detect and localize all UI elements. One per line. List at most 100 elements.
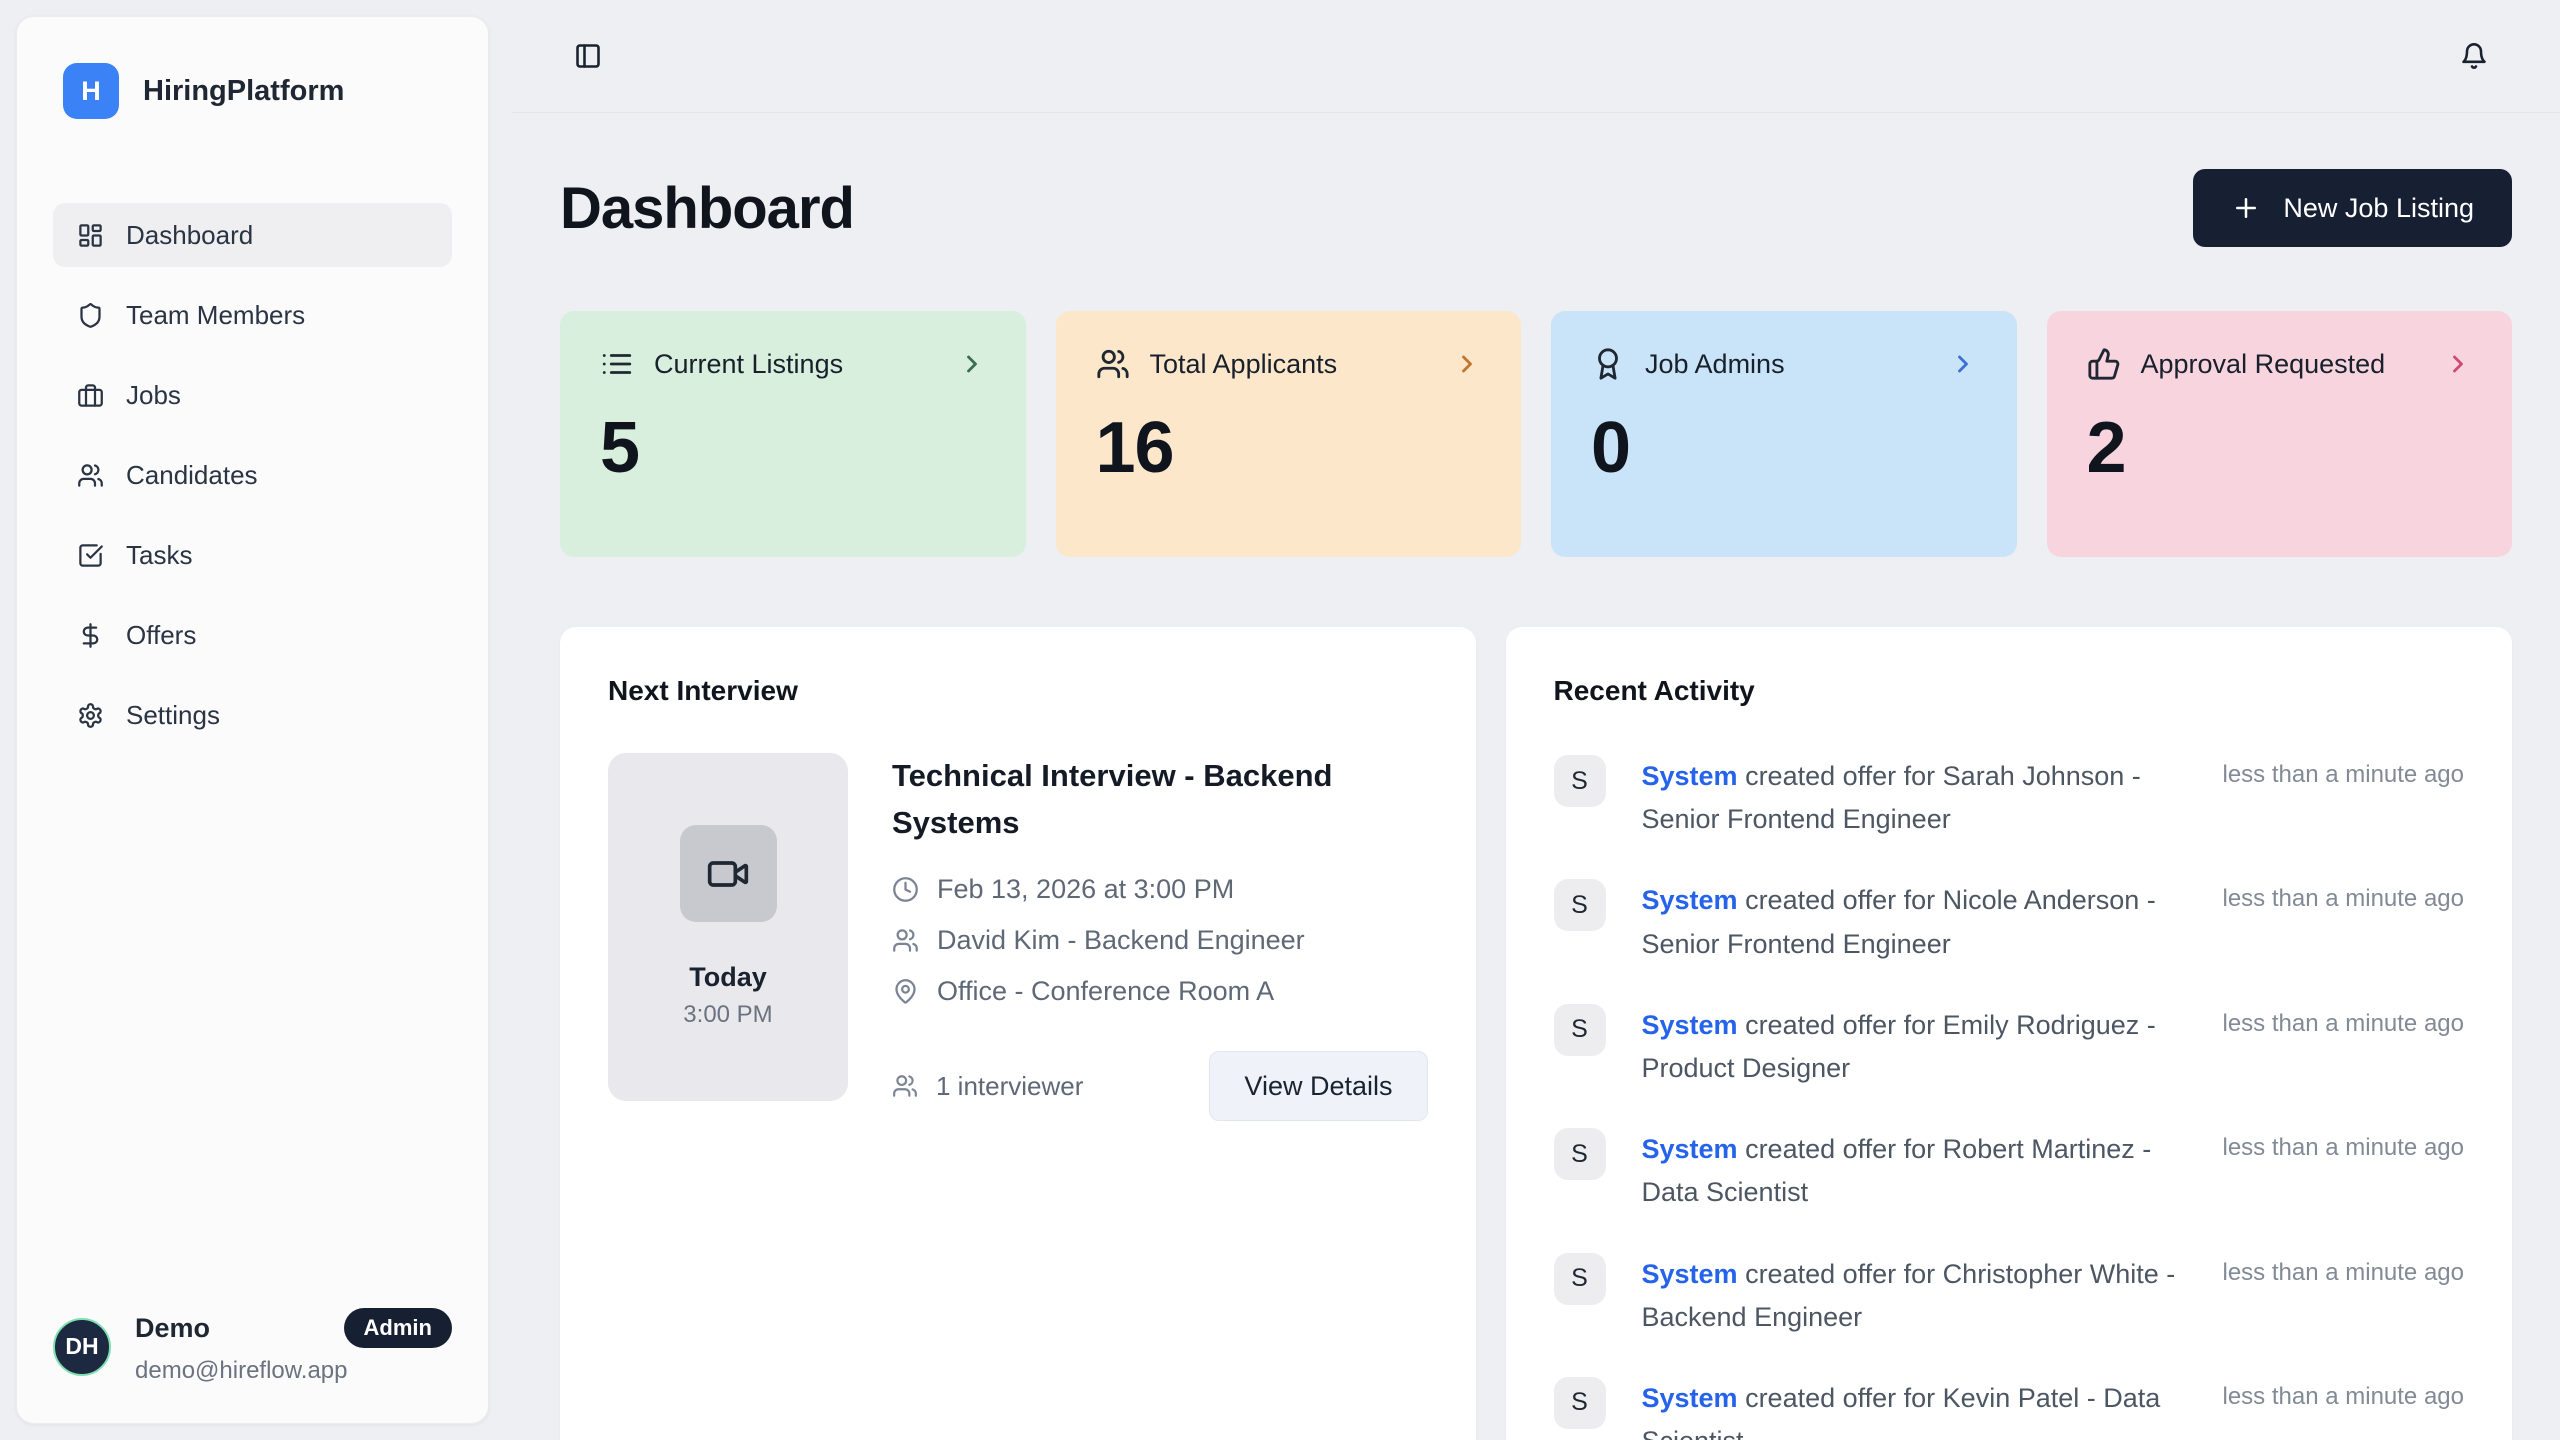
role-badge: Admin [344,1308,452,1348]
activity-text: System created offer for Robert Martinez… [1642,1128,2187,1214]
activity-timestamp: less than a minute ago [2223,879,2465,913]
sidebar-item-team-members[interactable]: Team Members [53,283,452,347]
clock-icon [892,876,919,903]
dashboard-grid-icon [77,222,104,249]
sidebar-item-jobs[interactable]: Jobs [53,363,452,427]
sidebar-item-label: Offers [126,620,196,651]
users-icon [892,927,919,954]
shield-icon [77,302,104,329]
briefcase-icon [77,382,104,409]
panel-left-icon [574,42,602,70]
interview-datetime: Feb 13, 2026 at 3:00 PM [937,874,1234,905]
interview-location: Office - Conference Room A [937,976,1274,1007]
activity-actor-link[interactable]: System [1642,1383,1738,1413]
chevron-right-icon [2444,350,2472,378]
interviewer-count: 1 interviewer [892,1071,1083,1102]
activity-item: S System created offer for Nicole Anders… [1554,879,2465,965]
activity-timestamp: less than a minute ago [2223,1128,2465,1162]
activity-timestamp: less than a minute ago [2223,755,2465,789]
activity-text: System created offer for Kevin Patel - D… [1642,1377,2187,1440]
stat-label: Total Applicants [1150,349,1338,380]
activity-item: S System created offer for Christopher W… [1554,1253,2465,1339]
sidebar-item-label: Candidates [126,460,258,491]
chevron-right-icon [1453,350,1481,378]
check-square-icon [77,542,104,569]
video-camera-icon [706,852,750,896]
next-interview-title: Next Interview [608,675,1428,707]
activity-actor-link[interactable]: System [1642,1259,1738,1289]
users-icon [1096,347,1130,381]
award-icon [1591,347,1625,381]
activity-text: System created offer for Christopher Whi… [1642,1253,2187,1339]
sidebar-item-tasks[interactable]: Tasks [53,523,452,587]
gear-icon [77,702,104,729]
list-icon [600,347,634,381]
activity-avatar: S [1554,1004,1606,1056]
sidebar-item-label: Jobs [126,380,181,411]
sidebar-nav: Dashboard Team Members Jobs Candidates T… [17,203,488,747]
interviewer-count-label: 1 interviewer [936,1071,1083,1102]
activity-avatar: S [1554,1128,1606,1180]
activity-timestamp: less than a minute ago [2223,1004,2465,1038]
interview-date-tile: Today 3:00 PM [608,753,848,1101]
stat-card-job-admins[interactable]: Job Admins 0 [1551,311,2017,557]
activity-actor-link[interactable]: System [1642,1134,1738,1164]
user-name: Demo [135,1313,210,1344]
users-icon [892,1073,918,1099]
activity-item: S System created offer for Kevin Patel -… [1554,1377,2465,1440]
brand-logo-letter: H [81,76,101,107]
sidebar-toggle-button[interactable] [574,42,602,70]
sidebar-item-candidates[interactable]: Candidates [53,443,452,507]
sidebar-user[interactable]: DH Demo Admin demo@hireflow.app [53,1308,452,1385]
avatar: DH [53,1318,111,1376]
dollar-icon [77,622,104,649]
sidebar-item-label: Team Members [126,300,305,331]
interview-location-row: Office - Conference Room A [892,976,1428,1007]
sidebar-item-label: Settings [126,700,220,731]
chevron-right-icon [1949,350,1977,378]
interview-person: David Kim - Backend Engineer [937,925,1305,956]
sidebar-item-dashboard[interactable]: Dashboard [53,203,452,267]
video-tile [680,825,777,922]
next-interview-panel: Next Interview Today 3:00 PM Technical I… [560,627,1476,1440]
sidebar-item-settings[interactable]: Settings [53,683,452,747]
activity-text: System created offer for Sarah Johnson -… [1642,755,2187,841]
chevron-right-icon [958,350,986,378]
activity-actor-link[interactable]: System [1642,1010,1738,1040]
sidebar-item-offers[interactable]: Offers [53,603,452,667]
activity-item: S System created offer for Robert Martin… [1554,1128,2465,1214]
activity-actor-link[interactable]: System [1642,885,1738,915]
activity-text: System created offer for Nicole Anderson… [1642,879,2187,965]
stat-value: 0 [1591,407,1977,489]
user-info: Demo Admin demo@hireflow.app [135,1308,452,1385]
new-job-listing-button[interactable]: New Job Listing [2193,169,2512,247]
activity-timestamp: less than a minute ago [2223,1377,2465,1411]
sidebar: H HiringPlatform Dashboard Team Members … [16,16,489,1424]
bell-icon [2460,42,2488,70]
activity-list: S System created offer for Sarah Johnson… [1554,755,2465,1440]
users-icon [77,462,104,489]
stats-row: Current Listings 5 Total Applicants 16 [560,311,2512,557]
stat-value: 2 [2087,407,2473,489]
recent-activity-panel: Recent Activity S System created offer f… [1506,627,2513,1440]
stat-card-total-applicants[interactable]: Total Applicants 16 [1056,311,1522,557]
thumbs-up-icon [2087,347,2121,381]
activity-item: S System created offer for Sarah Johnson… [1554,755,2465,841]
activity-actor-link[interactable]: System [1642,761,1738,791]
sidebar-item-label: Dashboard [126,220,253,251]
page-header: Dashboard New Job Listing [560,169,2512,247]
activity-avatar: S [1554,879,1606,931]
recent-activity-title: Recent Activity [1554,675,2465,707]
panels-row: Next Interview Today 3:00 PM Technical I… [560,627,2512,1440]
view-details-button[interactable]: View Details [1209,1051,1427,1121]
stat-card-approval-requested[interactable]: Approval Requested 2 [2047,311,2513,557]
notifications-button[interactable] [2460,42,2488,70]
interview-time: 3:00 PM [683,1001,772,1029]
stat-card-current-listings[interactable]: Current Listings 5 [560,311,1026,557]
interview-day: Today [689,962,767,993]
stat-label: Current Listings [654,349,843,380]
brand: H HiringPlatform [17,17,488,119]
brand-logo: H [63,63,119,119]
activity-text: System created offer for Emily Rodriguez… [1642,1004,2187,1090]
page-title: Dashboard [560,175,854,242]
